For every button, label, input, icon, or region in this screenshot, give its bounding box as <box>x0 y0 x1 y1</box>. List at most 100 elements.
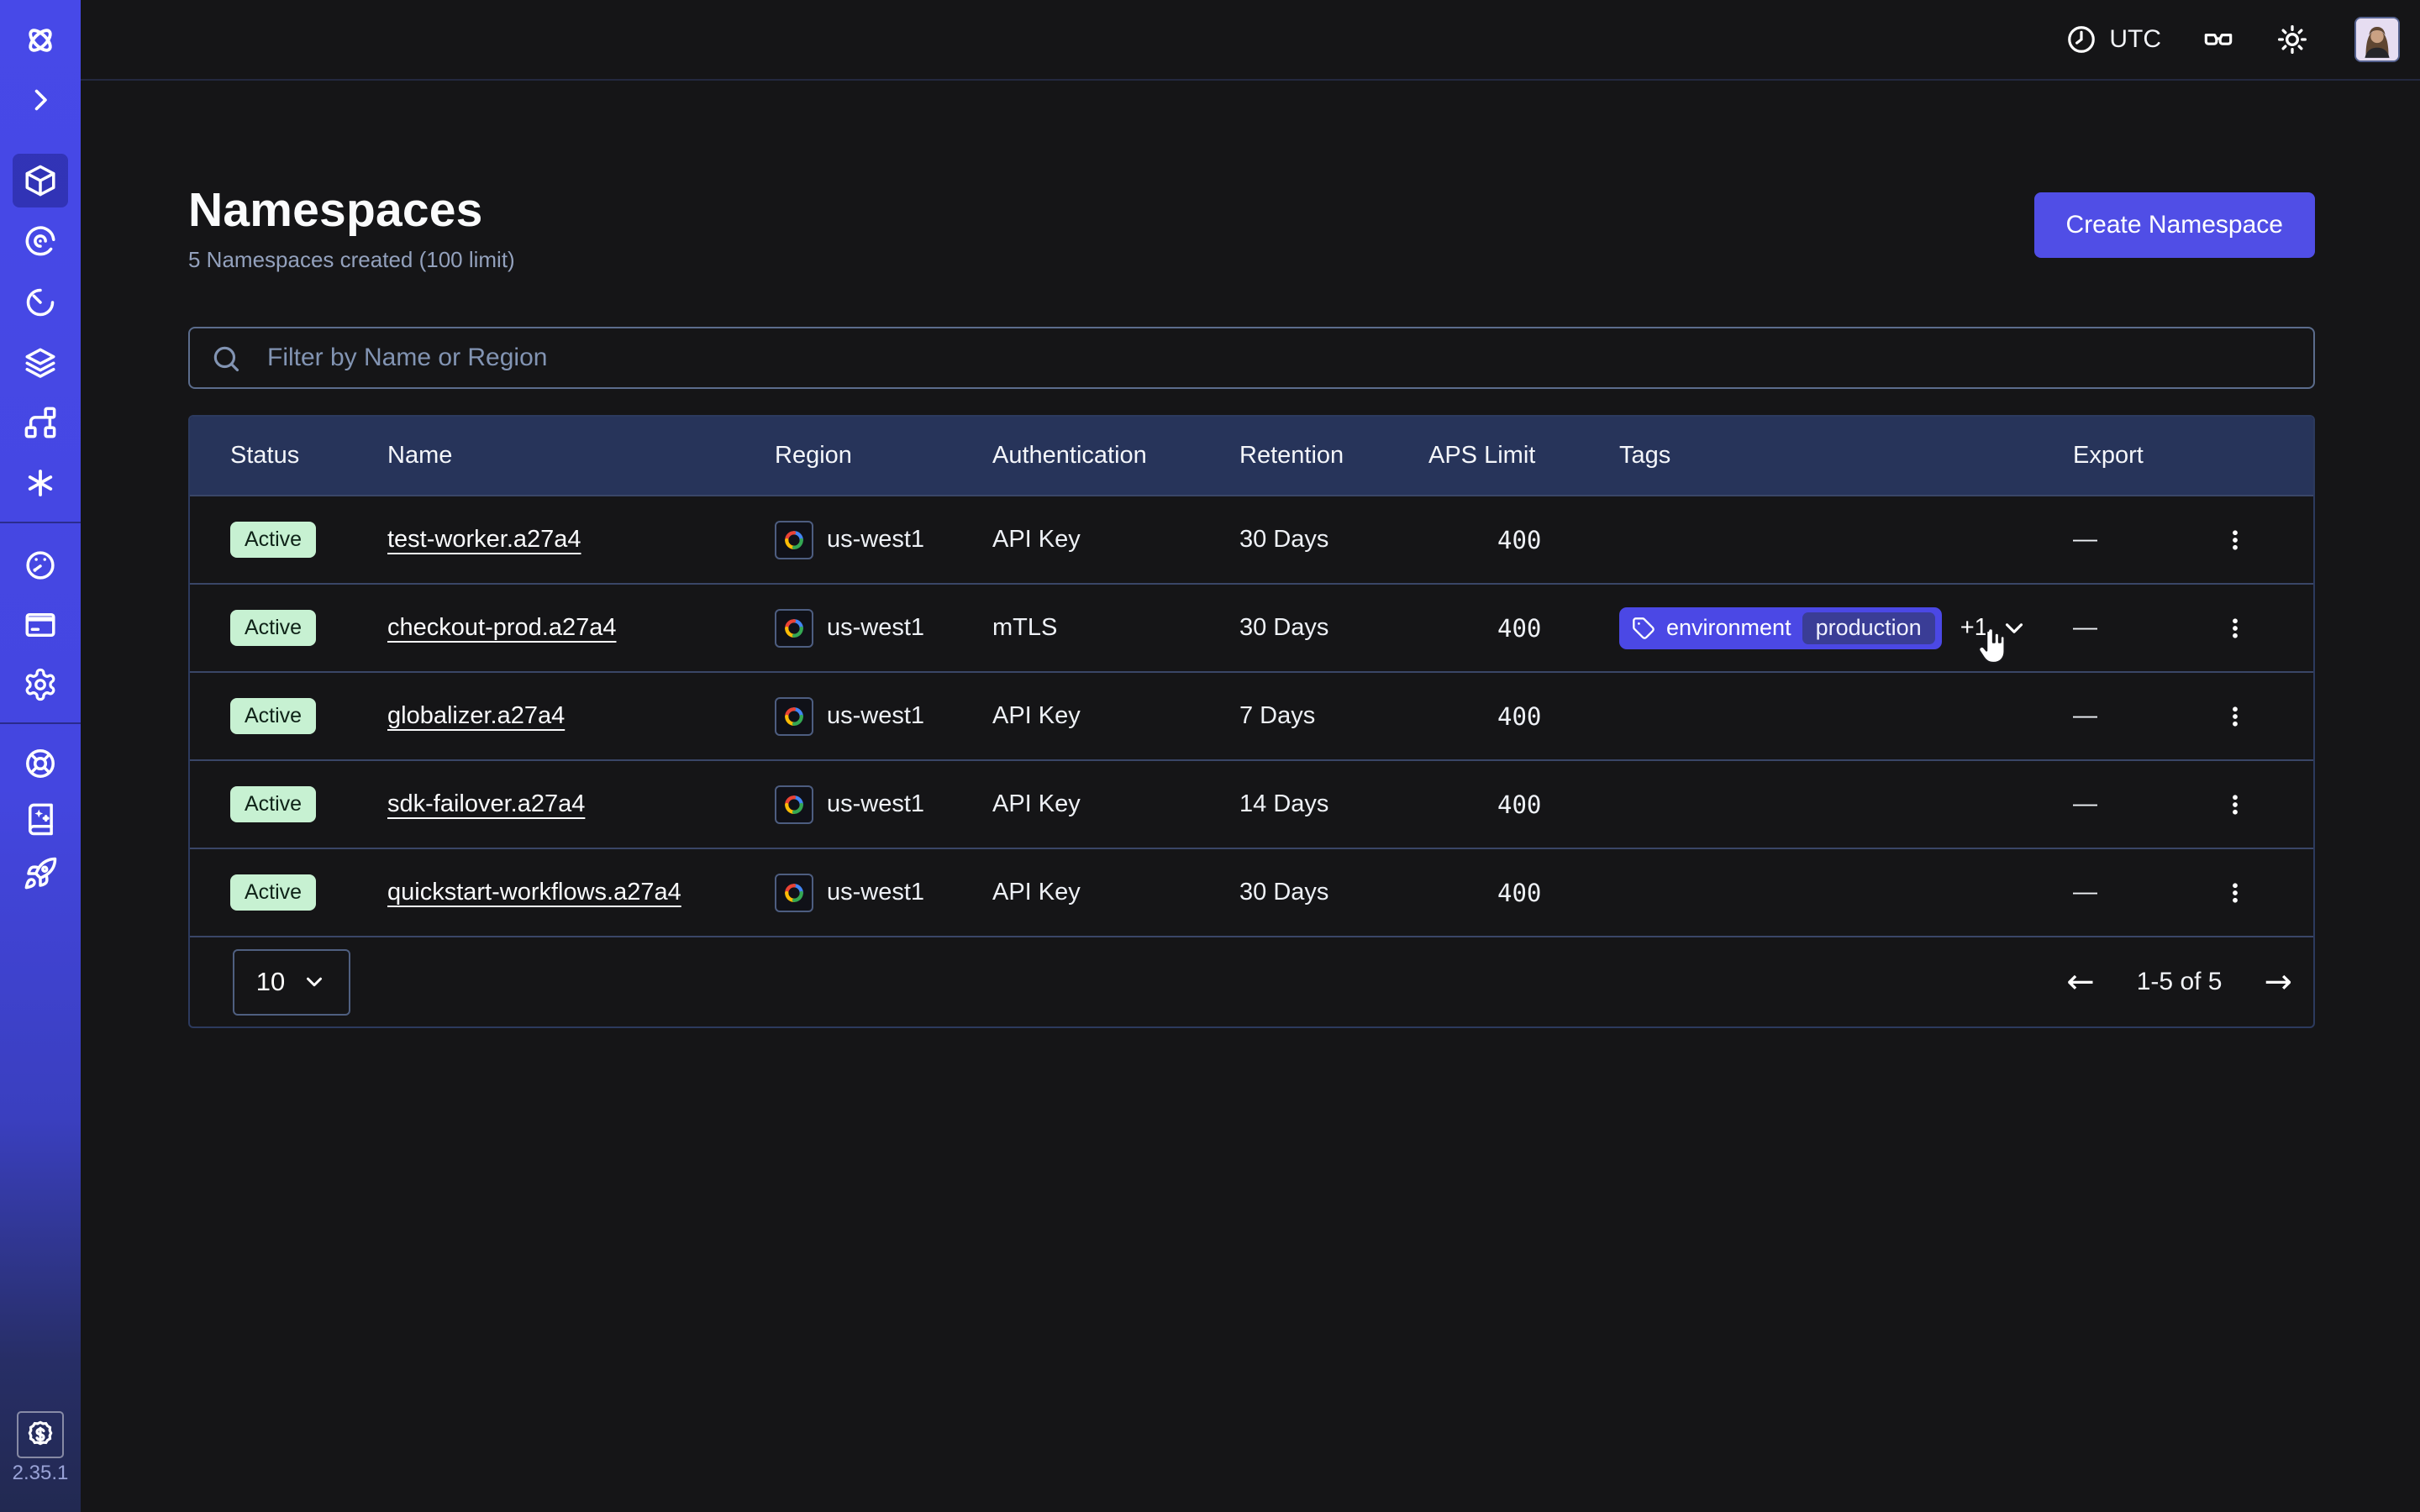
col-region: Region <box>775 442 992 470</box>
page-range-label: 1-5 of 5 <box>2137 968 2223 996</box>
gcp-cloud-icon <box>775 697 813 736</box>
sidebar-divider <box>0 522 81 523</box>
book-sparkles-icon <box>23 801 58 837</box>
clock-icon <box>2065 24 2097 55</box>
row-menu-button[interactable] <box>2214 693 2256 740</box>
prev-page-button[interactable]: ← <box>2066 965 2095 999</box>
nav-namespaces[interactable] <box>0 152 81 209</box>
nav-timer[interactable] <box>0 274 81 331</box>
layers-icon <box>23 345 58 381</box>
nav-asterisk[interactable] <box>0 454 81 512</box>
row-menu-button[interactable] <box>2214 605 2256 652</box>
kebab-icon <box>2223 525 2248 555</box>
nav-branch[interactable] <box>0 394 81 451</box>
filter-input[interactable] <box>188 327 2315 389</box>
nav-docs[interactable] <box>0 790 81 848</box>
page-title: Namespaces <box>188 181 515 239</box>
table-row[interactable]: Active checkout-prod.a27a4 us-west1 mTLS… <box>190 583 2313 671</box>
chevron-down-icon <box>302 969 327 995</box>
namespace-link[interactable]: quickstart-workflows.a27a4 <box>387 879 681 906</box>
retention-label: 14 Days <box>1239 790 1428 818</box>
auth-label: API Key <box>992 879 1239 906</box>
col-export: Export <box>2073 442 2273 470</box>
col-authentication: Authentication <box>992 442 1239 470</box>
aps-value: 400 <box>1497 526 1541 554</box>
gcp-cloud-icon <box>775 521 813 559</box>
gcp-cloud-icon <box>775 609 813 648</box>
timezone-button[interactable]: UTC <box>2065 24 2161 55</box>
table-row[interactable]: Active sdk-failover.a27a4 us-west1 API K… <box>190 759 2313 848</box>
nav-layers[interactable] <box>0 334 81 391</box>
tags-expand-button[interactable] <box>2000 614 2028 643</box>
table-row[interactable]: Active test-worker.a27a4 us-west1 API Ke… <box>190 495 2313 583</box>
kebab-icon <box>2223 701 2248 732</box>
row-menu-button[interactable] <box>2214 517 2256 564</box>
nav-settings[interactable] <box>0 656 81 713</box>
nav-usage[interactable] <box>0 537 81 594</box>
avatar-image <box>2356 18 2398 60</box>
nav-spiral[interactable] <box>0 213 81 270</box>
page-header: Namespaces 5 Namespaces created (100 lim… <box>188 181 2315 273</box>
retention-label: 30 Days <box>1239 526 1428 554</box>
aps-value: 400 <box>1497 790 1541 819</box>
labs-button[interactable] <box>2202 23 2235 56</box>
next-page-button[interactable]: → <box>2264 965 2292 999</box>
kebab-icon <box>2223 878 2248 908</box>
namespace-link[interactable]: globalizer.a27a4 <box>387 702 565 730</box>
table-row[interactable]: Active globalizer.a27a4 us-west1 API Key… <box>190 671 2313 759</box>
theme-toggle-button[interactable] <box>2275 23 2309 56</box>
glasses-icon <box>2202 23 2235 56</box>
col-status: Status <box>230 442 387 470</box>
badge-dollar-icon <box>24 1418 57 1452</box>
namespace-link[interactable]: sdk-failover.a27a4 <box>387 790 585 818</box>
auth-label: API Key <box>992 790 1239 818</box>
nav-pricing[interactable] <box>17 1411 64 1458</box>
aps-value: 400 <box>1497 614 1541 643</box>
chevron-down-icon <box>2000 614 2028 643</box>
auth-label: mTLS <box>992 614 1239 642</box>
version-label: 2.35.1 <box>0 1462 81 1485</box>
aps-value: 400 <box>1497 702 1541 731</box>
status-badge: Active <box>230 522 316 558</box>
retention-label: 30 Days <box>1239 614 1428 642</box>
row-menu-button[interactable] <box>2214 869 2256 916</box>
nav-getting-started[interactable] <box>0 845 81 902</box>
main-content: Namespaces 5 Namespaces created (100 lim… <box>81 81 2420 1512</box>
page-size-select[interactable]: 10 <box>233 949 350 1016</box>
retention-label: 30 Days <box>1239 879 1428 906</box>
namespace-link[interactable]: checkout-prod.a27a4 <box>387 614 616 642</box>
tag-chip[interactable]: environment production <box>1619 607 1942 649</box>
nav-billing[interactable] <box>0 596 81 654</box>
sidebar-expand-button[interactable] <box>0 71 81 129</box>
sidebar-divider <box>0 722 81 724</box>
cube-icon <box>23 163 58 198</box>
status-badge: Active <box>230 698 316 734</box>
pager: ← 1-5 of 5 → <box>2066 965 2292 999</box>
export-empty: — <box>2073 526 2097 554</box>
topbar: UTC <box>81 0 2420 81</box>
region-label: us-west1 <box>827 879 924 906</box>
export-empty: — <box>2073 879 2097 906</box>
rocket-icon <box>23 856 58 891</box>
namespace-link[interactable]: test-worker.a27a4 <box>387 526 581 554</box>
aps-value: 400 <box>1497 879 1541 907</box>
nav-support[interactable] <box>0 735 81 792</box>
col-name: Name <box>387 442 775 470</box>
timezone-label: UTC <box>2109 25 2161 54</box>
gear-icon <box>23 667 58 702</box>
tag-icon <box>1632 617 1655 640</box>
billing-icon <box>23 607 58 643</box>
user-avatar[interactable] <box>2354 17 2400 62</box>
gcp-cloud-icon <box>775 874 813 912</box>
temporal-logo[interactable] <box>0 12 81 69</box>
gcp-cloud-icon <box>775 785 813 824</box>
row-menu-button[interactable] <box>2214 781 2256 828</box>
kebab-icon <box>2223 613 2248 643</box>
tags-cell: environment production +1 <box>1619 607 2073 649</box>
col-tags: Tags <box>1619 442 2073 470</box>
table-row[interactable]: Active quickstart-workflows.a27a4 us-wes… <box>190 848 2313 936</box>
lifebuoy-icon <box>23 746 58 781</box>
filter-bar <box>188 327 2315 389</box>
gauge-icon <box>23 548 58 583</box>
create-namespace-button[interactable]: Create Namespace <box>2034 192 2315 258</box>
